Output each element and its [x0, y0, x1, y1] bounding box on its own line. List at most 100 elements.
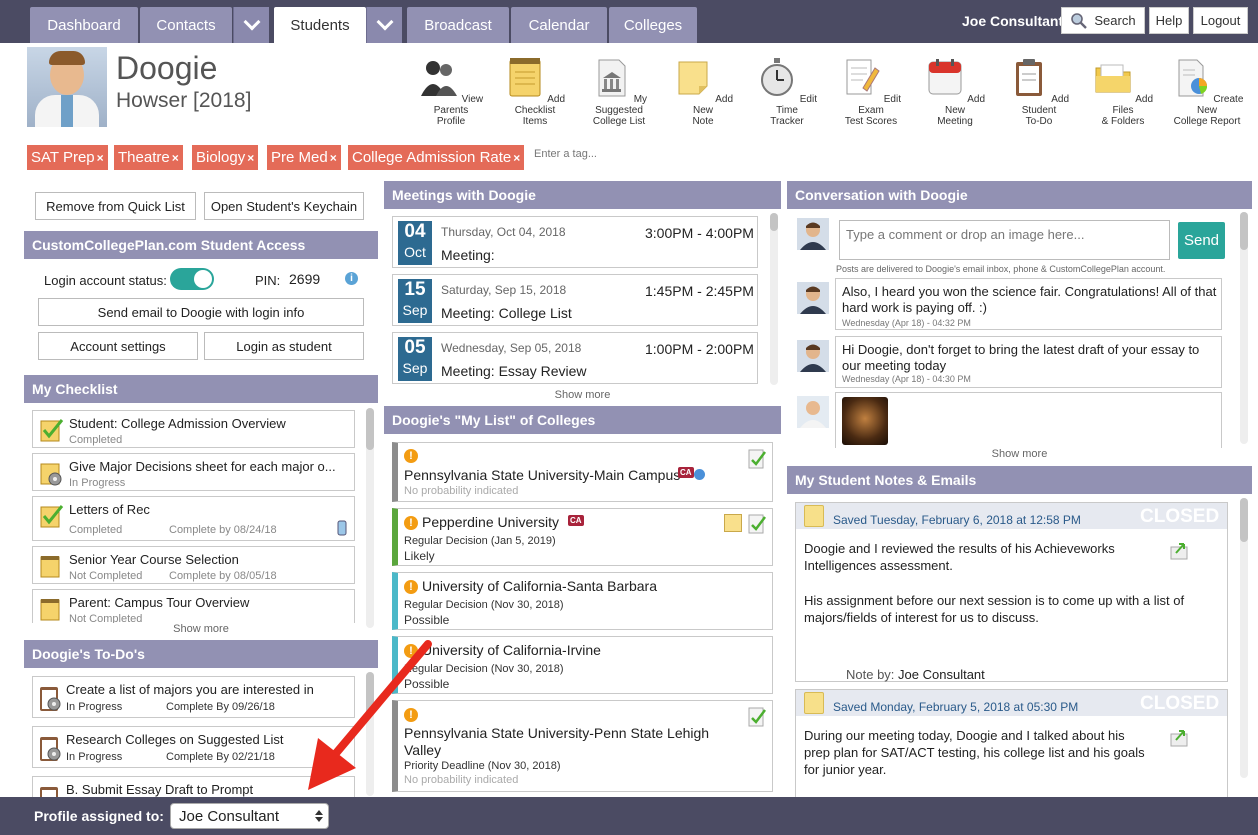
add-new-note-button[interactable]: Add New Note [663, 56, 743, 127]
create-new-college-report-button[interactable]: Create New College Report [1167, 56, 1247, 127]
conversation-header: Conversation with Doogie [787, 181, 1252, 209]
search-button[interactable]: Search [1061, 7, 1145, 34]
conversation-scrollbar[interactable] [1240, 212, 1248, 444]
checklist-item[interactable]: Letters of Rec Completed Complete by 08/… [32, 496, 355, 541]
chevron-down-icon [376, 13, 393, 31]
add-files-folders-button[interactable]: Add Files & Folders [1083, 56, 1163, 127]
info-icon[interactable]: i [345, 272, 358, 285]
tab-students[interactable]: Students [274, 7, 366, 43]
open-keychain-button[interactable]: Open Student's Keychain [204, 192, 364, 220]
tab-calendar[interactable]: Calendar [511, 7, 607, 43]
tag-remove-icon[interactable]: × [513, 151, 520, 165]
notes-header: My Student Notes & Emails [787, 466, 1252, 494]
meeting-item[interactable]: 04 Oct Thursday, Oct 04, 2018 3:00PM - 4… [392, 216, 758, 268]
checklist-item-title: Parent: Campus Tour Overview [69, 595, 250, 610]
tag-sat-prep[interactable]: SAT Prep × [27, 145, 108, 170]
common-app-badge: CA [568, 515, 584, 526]
notes-list: Saved Tuesday, February 6, 2018 at 12:58… [787, 496, 1252, 797]
checklist-item[interactable]: Give Major Decisions sheet for each majo… [32, 453, 355, 491]
sticky-note-icon [678, 61, 708, 95]
contacts-dropdown-button[interactable] [233, 7, 269, 43]
tag-label: Theatre [118, 149, 170, 166]
tag-label: College Admission Rate [352, 149, 512, 166]
my-suggested-college-list-button[interactable]: My Suggested College List [579, 56, 659, 127]
tag-remove-icon[interactable]: × [247, 151, 254, 165]
profile-assigned-label: Profile assigned to: [34, 808, 164, 824]
checklist-item[interactable]: Parent: Campus Tour Overview Not Complet… [32, 589, 355, 627]
login-as-student-button[interactable]: Login as student [204, 332, 364, 360]
parents-icon [420, 61, 457, 96]
tool-label: Add New Note [692, 94, 734, 127]
checklist-list: Student: College Admission Overview Comp… [24, 405, 378, 635]
checklist-item[interactable]: Student: College Admission Overview Comp… [32, 410, 355, 448]
consultant-avatar [797, 282, 829, 314]
attached-image[interactable] [842, 397, 888, 445]
tag-college-admission-rate[interactable]: College Admission Rate × [348, 145, 525, 170]
checklist-item-status: Completed [69, 524, 123, 536]
edit-time-tracker-button[interactable]: Edit Time Tracker [747, 56, 827, 127]
common-app-badge: CA [678, 467, 694, 478]
student-first-name: Doogie [116, 50, 218, 86]
tab-contacts[interactable]: Contacts [140, 7, 232, 43]
notes-scrollbar[interactable] [1240, 498, 1248, 778]
profile-assigned-select[interactable]: Joe Consultant [170, 803, 329, 829]
note-body: His assignment before our next session i… [804, 593, 1185, 625]
checklist-item-title: Give Major Decisions sheet for each majo… [69, 459, 336, 474]
tab-broadcast[interactable]: Broadcast [407, 7, 509, 43]
tag-theatre[interactable]: Theatre × [114, 145, 183, 170]
tab-colleges[interactable]: Colleges [609, 7, 697, 43]
add-checklist-items-button[interactable]: Add Checklist Items [495, 56, 575, 127]
search-label: Search [1094, 13, 1136, 28]
students-dropdown-button[interactable] [366, 7, 402, 43]
note-item[interactable]: Saved Tuesday, February 6, 2018 at 12:58… [795, 502, 1228, 682]
email-send-icon[interactable] [1170, 728, 1188, 748]
remove-quick-list-button[interactable]: Remove from Quick List [35, 192, 196, 220]
tag-remove-icon[interactable]: × [97, 151, 104, 165]
logout-button[interactable]: Logout [1193, 7, 1248, 34]
tag-remove-icon[interactable]: × [330, 151, 337, 165]
note-item[interactable]: Saved Monday, February 5, 2018 at 05:30 … [795, 689, 1228, 797]
meeting-item[interactable]: 05 Sep Wednesday, Sep 05, 2018 1:00PM - … [392, 332, 758, 384]
comment-input[interactable]: Type a comment or drop an image here... [839, 220, 1170, 260]
meeting-label: Meeting: [441, 247, 495, 263]
edit-exam-test-scores-button[interactable]: Edit Exam Test Scores [831, 56, 911, 127]
meeting-item[interactable]: 15 Sep Saturday, Sep 15, 2018 1:45PM - 2… [392, 274, 758, 326]
tag-input[interactable]: Enter a tag... [534, 148, 597, 160]
tag-biology[interactable]: Biology × [192, 145, 259, 170]
login-status-toggle[interactable] [170, 268, 214, 290]
checklist-item[interactable]: Senior Year Course Selection Not Complet… [32, 546, 355, 584]
warning-icon: ! [404, 516, 418, 530]
tool-label: My Suggested College List [592, 94, 648, 127]
tag-remove-icon[interactable]: × [172, 151, 179, 165]
conversation-show-more[interactable]: Show more [787, 448, 1252, 462]
todo-item-status: In Progress [66, 701, 123, 713]
college-item[interactable]: ! Pepperdine University CA Regular Decis… [392, 508, 773, 566]
checklist-item-title: Student: College Admission Overview [69, 416, 286, 431]
college-item[interactable]: ! University of California-Santa Barbara… [392, 572, 773, 630]
add-student-todo-button[interactable]: Add Student To-Do [999, 56, 1079, 127]
note-icon [724, 514, 742, 532]
email-send-icon[interactable] [1170, 541, 1188, 561]
clipboard-icon [40, 787, 58, 797]
account-settings-button[interactable]: Account settings [38, 332, 198, 360]
tag-pre-med[interactable]: Pre Med × [267, 145, 341, 170]
college-item[interactable]: ! Pennsylvania State University-Main Cam… [392, 442, 773, 502]
student-last-name-year: Howser [2018] [116, 89, 252, 112]
checklist-item-title: Senior Year Course Selection [69, 552, 239, 567]
help-button[interactable]: Help [1149, 7, 1189, 34]
checklist-scrollbar[interactable] [366, 408, 374, 628]
meetings-scrollbar[interactable] [770, 213, 778, 385]
tool-label: Add Checklist Items [514, 94, 566, 127]
view-parents-profile-button[interactable]: View Parents Profile [411, 56, 491, 127]
college-name: Pennsylvania State University-Penn State… [404, 725, 710, 758]
meetings-show-more[interactable]: Show more [384, 389, 781, 403]
send-login-email-button[interactable]: Send email to Doogie with login info [38, 298, 364, 326]
tab-dashboard[interactable]: Dashboard [30, 7, 138, 43]
send-button[interactable]: Send [1178, 222, 1225, 259]
note-closed-badge: CLOSED [1140, 693, 1220, 714]
add-new-meeting-button[interactable]: Add New Meeting [915, 56, 995, 127]
meetings-list: 04 Oct Thursday, Oct 04, 2018 3:00PM - 4… [384, 211, 781, 403]
document-check-icon [748, 514, 766, 534]
profile-assignment-bar: Profile assigned to: Joe Consultant [0, 797, 1258, 835]
login-status-label: Login account status: [44, 273, 167, 288]
